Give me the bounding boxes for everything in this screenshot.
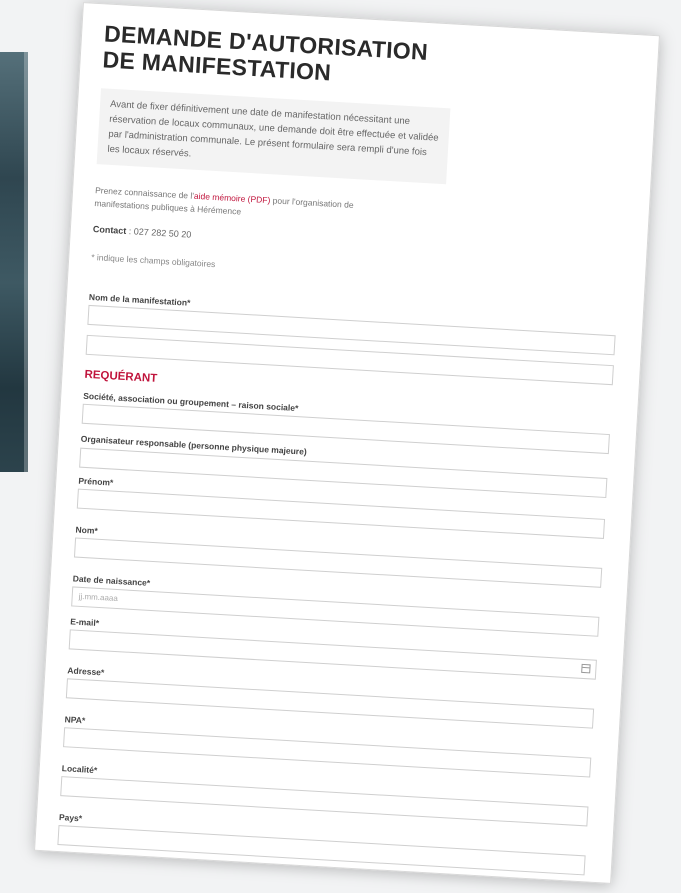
notice-text: Prenez connaissance de l'aide mémoire (P… xyxy=(94,184,395,227)
birthdate-placeholder: jj.mm.aaaa xyxy=(78,591,119,604)
page-title: DEMANDE D'AUTORISATION DE MANIFESTATION xyxy=(101,20,429,86)
background-photo xyxy=(0,52,28,472)
aide-memoire-link[interactable]: aide mémoire (PDF) xyxy=(194,191,271,205)
contact-phone: : 027 282 50 20 xyxy=(126,225,192,240)
contact-label: Contact xyxy=(92,224,127,236)
form-sheet: DEMANDE D'AUTORISATION DE MANIFESTATION … xyxy=(34,2,660,884)
calendar-icon[interactable] xyxy=(581,663,591,674)
intro-text: Avant de fixer définitivement une date d… xyxy=(96,88,451,185)
